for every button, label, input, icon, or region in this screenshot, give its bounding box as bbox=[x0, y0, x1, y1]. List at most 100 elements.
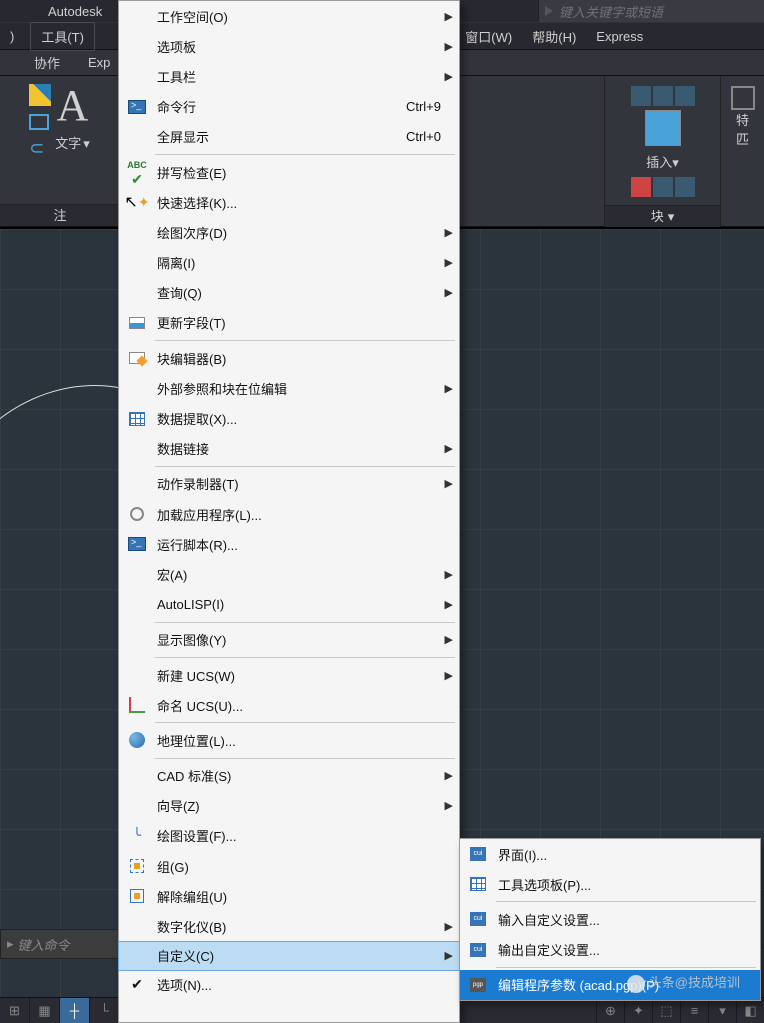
menu-help[interactable]: 帮助(H) bbox=[522, 23, 586, 50]
tools-menu: 工作空间(O)▶ 选项板▶ 工具栏▶ 命令行Ctrl+9 全屏显示Ctrl+0 … bbox=[118, 0, 460, 1023]
status-r-icon[interactable]: ⊕ bbox=[596, 998, 624, 1023]
palette-icon bbox=[470, 877, 486, 891]
insert-label[interactable]: 插入▾ bbox=[646, 152, 679, 171]
cmdline-icon bbox=[128, 100, 146, 114]
mi-tablet[interactable]: 数字化仪(B)▶ bbox=[119, 911, 459, 941]
import-icon: cui bbox=[470, 912, 486, 926]
status-model-icon[interactable]: ⊞ bbox=[0, 998, 30, 1023]
chevron-icon: ▸ bbox=[7, 936, 14, 952]
status-r-icon[interactable]: ▾ bbox=[708, 998, 736, 1023]
search-placeholder: 键入关键字或短语 bbox=[559, 2, 663, 21]
mi-standards[interactable]: CAD 标准(S)▶ bbox=[119, 761, 459, 791]
mi-macro[interactable]: 宏(A)▶ bbox=[119, 559, 459, 589]
mi-isolate[interactable]: 隔离(I)▶ bbox=[119, 248, 459, 278]
panel-props: 特 匹 bbox=[720, 76, 764, 227]
box-icon[interactable] bbox=[29, 114, 49, 130]
mi-palette[interactable]: 选项板▶ bbox=[119, 31, 459, 61]
tab-express[interactable]: Exp bbox=[74, 52, 124, 73]
smi-importcust[interactable]: cui输入自定义设置... bbox=[460, 904, 760, 934]
pencil-icon[interactable] bbox=[29, 84, 51, 106]
axes-icon: ╰ bbox=[133, 827, 141, 844]
abc-icon: ABC bbox=[127, 160, 147, 170]
mi-draworder[interactable]: 绘图次序(D)▶ bbox=[119, 217, 459, 247]
status-r-icon[interactable]: ≡ bbox=[680, 998, 708, 1023]
status-grid-icon[interactable]: ▦ bbox=[30, 998, 60, 1023]
check-icon: ✔ bbox=[131, 976, 143, 993]
command-line[interactable]: ▸ 键入命令 bbox=[0, 929, 120, 959]
small-icon[interactable] bbox=[675, 86, 695, 106]
mi-actionrec[interactable]: 动作录制器(T)▶ bbox=[119, 469, 459, 499]
panel-annotation-label[interactable]: 注 bbox=[0, 204, 120, 226]
mi-autolisp[interactable]: AutoLISP(I)▶ bbox=[119, 590, 459, 620]
panel-block-footer[interactable]: 块▾ bbox=[605, 205, 720, 227]
small-icon[interactable] bbox=[631, 177, 651, 197]
mi-cmdline[interactable]: 命令行Ctrl+9 bbox=[119, 92, 459, 122]
subset-icon[interactable]: ⊂ bbox=[29, 138, 51, 159]
small-icon[interactable] bbox=[653, 86, 673, 106]
text-label[interactable]: 文字▾ bbox=[55, 133, 90, 152]
mi-geoloc[interactable]: 地理位置(L)... bbox=[119, 725, 459, 755]
status-ortho-icon[interactable]: └ bbox=[90, 998, 120, 1023]
menu-tools[interactable]: 工具(T) bbox=[30, 22, 95, 51]
search-box[interactable]: 键入关键字或短语 bbox=[538, 0, 764, 22]
globe-icon bbox=[129, 732, 145, 748]
pgp-icon: pgp bbox=[470, 978, 486, 992]
status-r-icon[interactable]: ✦ bbox=[624, 998, 652, 1023]
mi-xrefedit[interactable]: 外部参照和块在位编辑▶ bbox=[119, 373, 459, 403]
status-r-icon[interactable]: ⬚ bbox=[652, 998, 680, 1023]
gear-icon bbox=[130, 507, 144, 521]
mi-workspace[interactable]: 工作空间(O)▶ bbox=[119, 1, 459, 31]
mi-spellcheck[interactable]: ABC✔拼写检查(E) bbox=[119, 157, 459, 187]
mi-draftset[interactable]: ╰绘图设置(F)... bbox=[119, 821, 459, 851]
status-r-icon[interactable]: ◧ bbox=[736, 998, 764, 1023]
command-placeholder: 键入命令 bbox=[18, 935, 70, 954]
search-triangle-icon bbox=[545, 6, 553, 16]
block-edit-icon bbox=[129, 352, 145, 364]
group-icon bbox=[130, 859, 144, 873]
small-icon[interactable] bbox=[631, 86, 651, 106]
app-title: Autodesk bbox=[48, 4, 102, 19]
insert-icon[interactable] bbox=[645, 110, 681, 146]
mi-datalink[interactable]: 数据链接▶ bbox=[119, 434, 459, 464]
mi-wizard[interactable]: 向导(Z)▶ bbox=[119, 791, 459, 821]
mi-fullscreen[interactable]: 全屏显示Ctrl+0 bbox=[119, 122, 459, 152]
mi-runscript[interactable]: 运行脚本(R)... bbox=[119, 529, 459, 559]
mi-updatefield[interactable]: 更新字段(T) bbox=[119, 308, 459, 338]
smi-exportcust[interactable]: cui输出自定义设置... bbox=[460, 935, 760, 965]
smi-interface[interactable]: cui界面(I)... bbox=[460, 839, 760, 869]
mi-newucs[interactable]: 新建 UCS(W)▶ bbox=[119, 660, 459, 690]
avatar-icon bbox=[627, 975, 645, 993]
script-icon bbox=[128, 537, 146, 551]
menu-trunc[interactable]: ) bbox=[0, 25, 24, 48]
props-sub: 匹 bbox=[736, 129, 749, 148]
field-icon bbox=[129, 317, 145, 329]
props-label: 特 bbox=[736, 110, 749, 129]
watermark: 头条@技成培训 bbox=[627, 972, 740, 993]
cursor-icon: ↖ bbox=[124, 192, 137, 212]
mi-group[interactable]: 组(G) bbox=[119, 851, 459, 881]
mi-toolbar[interactable]: 工具栏▶ bbox=[119, 61, 459, 91]
small-icon[interactable] bbox=[675, 177, 695, 197]
mi-dataextract[interactable]: 数据提取(X)... bbox=[119, 403, 459, 433]
tab-collab[interactable]: 协作 bbox=[20, 50, 74, 75]
mi-loadapp[interactable]: 加载应用程序(L)... bbox=[119, 499, 459, 529]
mi-options[interactable]: ✔选项(N)... bbox=[119, 970, 459, 1000]
mi-quickselect[interactable]: ↖✦快速选择(K)... bbox=[119, 187, 459, 217]
table-icon bbox=[129, 412, 145, 426]
menu-express[interactable]: Express bbox=[586, 25, 653, 48]
mi-blockedit[interactable]: 块编辑器(B) bbox=[119, 343, 459, 373]
mi-showimg[interactable]: 显示图像(Y)▶ bbox=[119, 625, 459, 655]
cui-icon: cui bbox=[470, 847, 486, 861]
status-snap-icon[interactable]: ┼ bbox=[60, 998, 90, 1023]
smi-toolpalette[interactable]: 工具选项板(P)... bbox=[460, 869, 760, 899]
mi-ungroup[interactable]: 解除编组(U) bbox=[119, 881, 459, 911]
match-props-icon[interactable] bbox=[731, 86, 755, 110]
mi-customize[interactable]: 自定义(C)▶ bbox=[118, 941, 460, 971]
ungroup-icon bbox=[130, 889, 144, 903]
ucs-icon bbox=[129, 697, 145, 713]
menu-window[interactable]: 窗口(W) bbox=[455, 23, 522, 50]
mi-namedu[interactable]: 命名 UCS(U)... bbox=[119, 690, 459, 720]
text-big-icon[interactable]: A bbox=[57, 80, 89, 131]
small-icon[interactable] bbox=[653, 177, 673, 197]
mi-inquiry[interactable]: 查询(Q)▶ bbox=[119, 278, 459, 308]
